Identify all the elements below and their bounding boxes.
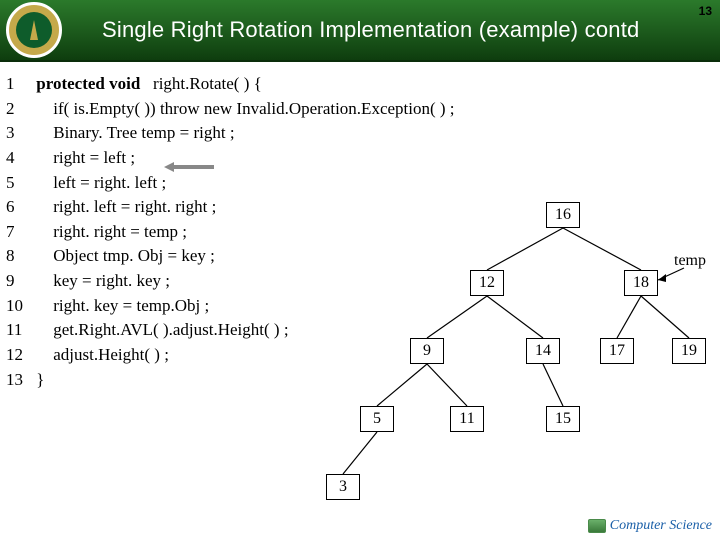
code-line: 3 Binary. Tree temp = right ;: [6, 121, 455, 146]
footer-text: Computer Science: [610, 518, 712, 534]
footer-logo: Computer Science: [588, 518, 712, 534]
tree-node: 15: [546, 406, 580, 432]
tree-node: 3: [326, 474, 360, 500]
temp-label: temp: [674, 252, 706, 270]
tree-node: 18: [624, 270, 658, 296]
tree-node: 17: [600, 338, 634, 364]
code-line: 4 right = left ;: [6, 146, 455, 171]
binary-tree-diagram: 16 12 18 9 14 17 19 5 11 15 3 temp: [310, 192, 710, 532]
slide-content: 1 protected void right.Rotate( ) {2 if( …: [0, 62, 720, 540]
slide-header: Single Right Rotation Implementation (ex…: [0, 0, 720, 62]
pointer-arrow-icon: [164, 162, 214, 172]
page-number: 13: [699, 4, 712, 18]
tree-node: 14: [526, 338, 560, 364]
university-logo: [6, 2, 62, 58]
tree-node: 11: [450, 406, 484, 432]
tree-node: 16: [546, 202, 580, 228]
monitor-icon: [588, 519, 606, 533]
tree-node: 5: [360, 406, 394, 432]
slide-title: Single Right Rotation Implementation (ex…: [102, 17, 639, 43]
code-line: 2 if( is.Empty( )) throw new Invalid.Ope…: [6, 97, 455, 122]
tree-node: 19: [672, 338, 706, 364]
tree-node: 9: [410, 338, 444, 364]
code-line: 1 protected void right.Rotate( ) {: [6, 72, 455, 97]
tree-node: 12: [470, 270, 504, 296]
